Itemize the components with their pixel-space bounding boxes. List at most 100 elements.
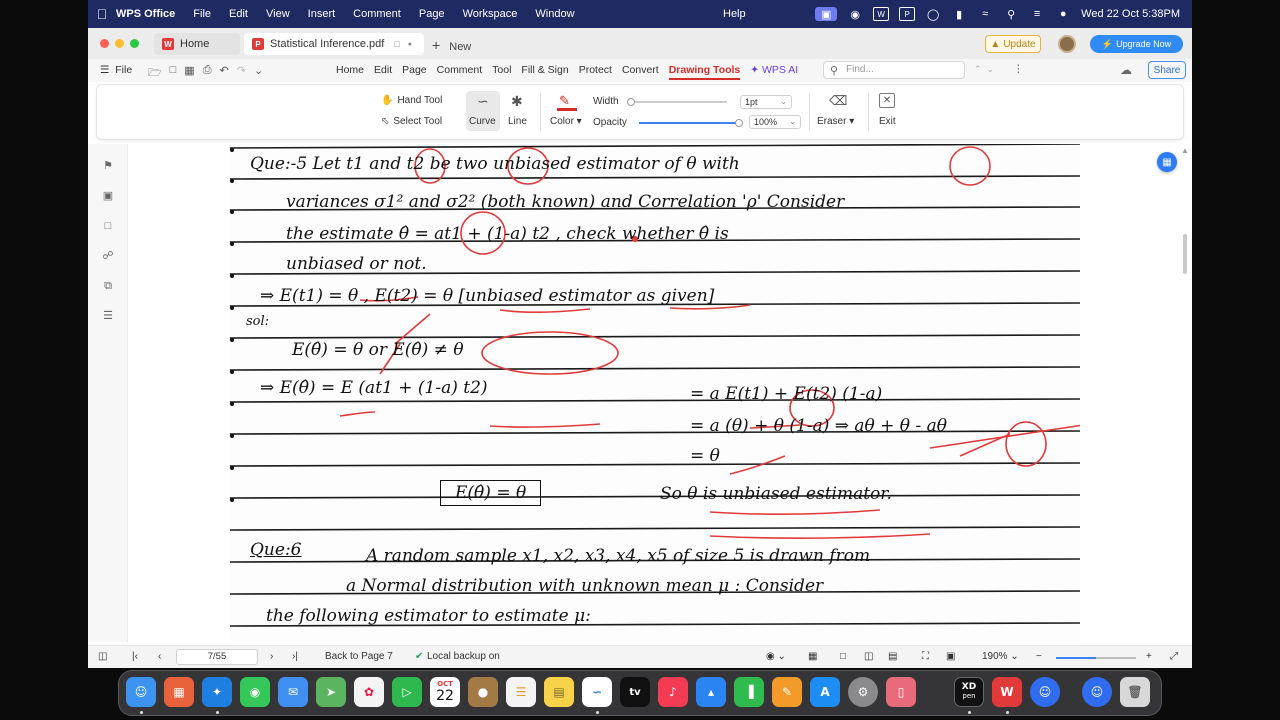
sidebar-toggle-icon[interactable]: ◫ [98,651,107,662]
launchpad-icon[interactable]: ▦ [164,677,194,707]
select-tool-button[interactable]: ⬁ Select Tool [381,116,442,127]
hand-tool-button[interactable]: ✋ Hand Tool [381,95,442,106]
zoom-window-button[interactable] [130,39,139,48]
menu-file[interactable]: File [193,8,211,20]
layers-icon[interactable]: ☰ [102,310,114,322]
battery-icon[interactable]: ▮ [951,7,967,21]
wps-tray-icon[interactable]: W [873,7,890,21]
avatar[interactable] [1058,35,1076,53]
new-tab-button[interactable]: + New [432,37,471,53]
notes-icon[interactable]: ▤ [544,677,574,707]
share-button[interactable]: Share [1148,61,1186,79]
attachment-icon[interactable]: ☍ [102,250,114,262]
width-select[interactable]: 1pt ⌄ [740,95,792,109]
close-window-button[interactable] [100,39,109,48]
calendar-icon[interactable]: OCT 22 [430,677,460,707]
document-area[interactable]: Que:-5 Let t1 and t2 be two unbiased est… [128,144,1192,642]
wps-helper-dock-icon[interactable]: ☺ [1082,677,1112,707]
back-to-page-link[interactable]: Back to Page 7 [325,651,393,662]
numbers-icon[interactable]: ▐ [734,677,764,707]
bookmark-icon[interactable]: ⚑ [102,160,114,172]
pdf-tray-icon[interactable]: P [899,7,916,21]
wps-ai-button[interactable]: ✦ WPS AI [750,64,798,80]
crop-icon[interactable]: ▣ [946,651,955,662]
print-preview-icon[interactable]: ▦ [184,64,194,83]
menu-insert[interactable]: Insert [308,8,336,20]
minimize-window-button[interactable] [115,39,124,48]
comment-icon[interactable]: □ [102,220,114,232]
width-slider-knob[interactable] [627,98,635,106]
width-slider[interactable] [627,98,727,106]
photos-icon[interactable]: ✿ [354,677,384,707]
last-page-icon[interactable]: ›| [292,651,298,662]
wps-office-dock-icon[interactable]: W [992,677,1022,707]
find-input[interactable]: ⚲ Find... [823,61,965,79]
tab-convert[interactable]: Convert [622,64,659,80]
update-button[interactable]: ▲ Update [985,35,1041,53]
tab-close-dot-icon[interactable]: ● [408,41,412,48]
freeform-icon[interactable]: ∽ [582,677,612,707]
tab-drawing-tools[interactable]: Drawing Tools [668,64,741,80]
cloud-sync-icon[interactable]: ☁ [1120,63,1132,77]
tab-comment[interactable]: Comment [437,64,483,80]
ai-assistant-button[interactable]: ▦ [1157,152,1177,172]
redo-icon[interactable]: ↷ [237,64,246,83]
color-dropdown[interactable]: Color ▾ [550,116,582,127]
tab-document[interactable]: P Statistical Inference.pdf □ ● [244,33,424,55]
user-icon[interactable]: ◯ [925,7,941,21]
wps-ai-dock-icon[interactable]: ☺ [1030,677,1060,707]
line-icon[interactable]: ✱ [511,93,523,110]
safari-icon[interactable]: ✦ [202,677,232,707]
first-page-icon[interactable]: |‹ [132,651,138,662]
opacity-slider-knob[interactable] [735,119,743,127]
pen-color-icon[interactable]: ✎ [559,93,570,109]
expand-icon[interactable]: ⤢ [1170,651,1178,662]
app-store-icon[interactable]: A [810,677,840,707]
menu-edit[interactable]: Edit [229,8,248,20]
eye-icon[interactable]: ◉ ⌄ [766,651,786,662]
siri-icon[interactable]: ● [1055,7,1071,21]
menu-page[interactable]: Page [419,8,445,20]
tab-page[interactable]: Page [402,64,427,80]
tab-monitor-icon[interactable]: □ [394,39,399,49]
facetime-icon[interactable]: ▷ [392,677,422,707]
keynote-icon[interactable]: ▴ [696,677,726,707]
exit-label[interactable]: Exit [879,116,896,127]
tab-protect[interactable]: Protect [579,64,612,80]
menu-workspace[interactable]: Workspace [463,8,518,20]
iphone-mirroring-icon[interactable]: ▯ [886,677,916,707]
chevron-down-icon[interactable]: ⌄ [254,64,263,83]
page-number-input[interactable]: 7/55 [176,649,258,665]
save-icon[interactable]: □ [170,64,177,83]
apple-tv-icon[interactable]: tv [620,677,650,707]
tab-tool[interactable]: Tool [492,64,511,80]
fit-page-icon[interactable]: ▦ [808,651,817,662]
music-icon[interactable]: ♪ [658,677,688,707]
zoom-in-icon[interactable]: + [1146,651,1152,662]
line-label[interactable]: Line [508,116,527,127]
scroll-up-icon[interactable]: ▲ [1181,146,1189,155]
two-page-icon[interactable]: ◫ [864,651,873,662]
tab-home[interactable]: W Home [154,33,240,55]
menu-comment[interactable]: Comment [353,8,401,20]
system-settings-icon[interactable]: ⚙ [848,677,878,707]
control-center-icon[interactable]: ≡ [1029,7,1045,21]
apple-icon[interactable]:  [88,6,116,22]
opacity-select[interactable]: 100% ⌄ [749,115,801,129]
vertical-scrollbar[interactable] [1183,234,1187,274]
xp-pen-icon[interactable]: XD pen [954,677,984,707]
backup-status[interactable]: Local backup on [427,651,500,662]
menu-app-name[interactable]: WPS Office [116,8,175,20]
finder-icon[interactable]: ☺ [126,677,156,707]
zoom-slider[interactable] [1056,657,1136,659]
upgrade-button[interactable]: ⚡ Upgrade Now [1090,35,1183,53]
opacity-slider[interactable] [639,119,743,127]
menu-window[interactable]: Window [535,8,574,20]
scroll-mode-icon[interactable]: ▤ [888,651,897,662]
copy-icon[interactable]: ⧉ [102,280,114,292]
single-page-icon[interactable]: □ [840,651,846,662]
mail-icon[interactable]: ✉ [278,677,308,707]
contacts-icon[interactable]: ● [468,677,498,707]
maps-icon[interactable]: ➤ [316,677,346,707]
next-page-icon[interactable]: › [270,651,273,662]
